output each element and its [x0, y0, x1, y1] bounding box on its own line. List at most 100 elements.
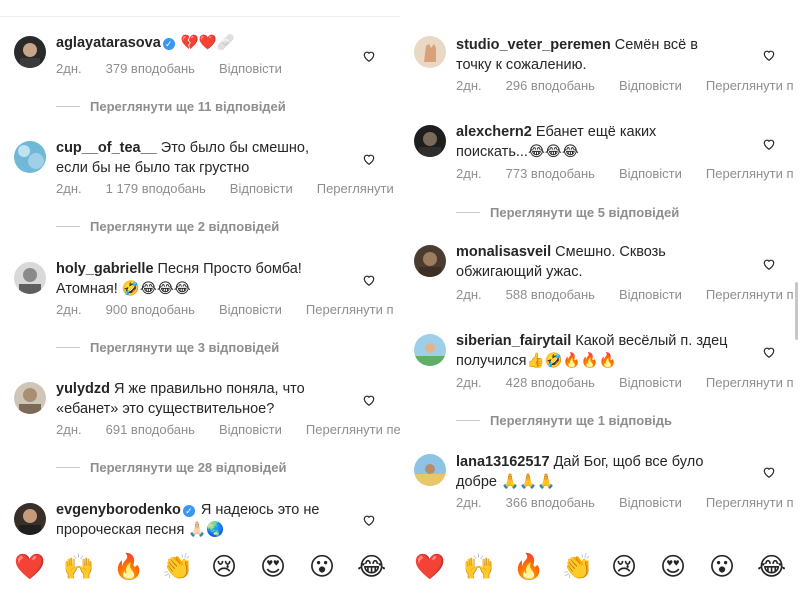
- likes-count[interactable]: 773 вподобань: [506, 166, 595, 182]
- reply-button[interactable]: Відповісти: [219, 61, 282, 77]
- divider: [56, 106, 80, 107]
- see-translation-button[interactable]: Переглянути п: [706, 375, 794, 391]
- comment-text: studio_veter_peremen Семён всё в точку к…: [456, 35, 728, 75]
- like-heart-icon[interactable]: [762, 137, 776, 151]
- comment-meta: 2дн. 428 вподобань Відповісти Переглянути п: [456, 375, 794, 391]
- scrollbar[interactable]: [795, 282, 798, 340]
- see-translation-button[interactable]: Переглянути п: [706, 166, 794, 182]
- see-translation-button[interactable]: Переглянути п: [706, 78, 794, 94]
- avatar[interactable]: [414, 245, 446, 277]
- divider: [56, 347, 80, 348]
- surprised-emoji-button[interactable]: 😮: [709, 552, 735, 582]
- avatar[interactable]: [14, 503, 46, 535]
- avatar[interactable]: [414, 125, 446, 157]
- see-translation-button[interactable]: Переглянути п: [706, 495, 794, 511]
- likes-count[interactable]: 588 вподобань: [506, 287, 595, 303]
- reply-button[interactable]: Відповісти: [619, 495, 682, 511]
- heart-eyes-emoji-button[interactable]: 😍: [260, 552, 286, 582]
- likes-count[interactable]: 428 вподобань: [506, 375, 595, 391]
- fire-emoji-button[interactable]: 🔥: [113, 552, 144, 582]
- like-heart-icon[interactable]: [362, 393, 376, 407]
- reply-button[interactable]: Відповісти: [619, 375, 682, 391]
- like-heart-icon[interactable]: [762, 257, 776, 271]
- surprised-emoji-button[interactable]: 😮: [309, 552, 335, 582]
- comment-meta: 2дн. 900 вподобань Відповісти Переглянути п: [56, 302, 394, 318]
- like-heart-icon[interactable]: [762, 465, 776, 479]
- reply-button[interactable]: Відповісти: [619, 166, 682, 182]
- raised-hands-emoji-button[interactable]: 🙌: [63, 552, 94, 582]
- view-replies-button[interactable]: Переглянути ще 3 відповідей: [56, 340, 279, 356]
- comment-text: monalisasveil Смешно. Сквозь обжигающий …: [456, 242, 728, 282]
- comment-meta: 2дн. 379 вподобань Відповісти: [56, 61, 282, 77]
- avatar[interactable]: [14, 382, 46, 414]
- reply-button[interactable]: Відповісти: [230, 181, 293, 197]
- like-heart-icon[interactable]: [362, 273, 376, 287]
- comment-text: aglayatarasova ✓ 💔❤️🩹: [56, 33, 328, 53]
- username[interactable]: monalisasveil: [456, 244, 551, 260]
- divider: [456, 212, 480, 213]
- comment-text: evgenyborodenko ✓ Я надеюсь это не пророч…: [56, 500, 328, 540]
- crying-emoji-button[interactable]: 😢: [211, 552, 237, 582]
- avatar[interactable]: [14, 36, 46, 68]
- see-translation-button[interactable]: Переглянути п: [706, 287, 794, 303]
- laughing-emoji-button[interactable]: 😂: [357, 552, 386, 582]
- view-replies-button[interactable]: Переглянути ще 2 відповідей: [56, 219, 279, 235]
- comment-text: yulydzd Я же правильно поняла, что «ебан…: [56, 379, 328, 419]
- username[interactable]: aglayatarasova: [56, 35, 161, 51]
- likes-count[interactable]: 1 179 вподобань: [106, 181, 206, 197]
- crying-emoji-button[interactable]: 😢: [611, 552, 637, 582]
- view-replies-button[interactable]: Переглянути ще 5 відповідей: [456, 205, 679, 221]
- username[interactable]: yulydzd: [56, 381, 110, 397]
- username[interactable]: evgenyborodenko: [56, 502, 181, 518]
- comment-text: cup__of_tea__ Это было бы смешно, если б…: [56, 138, 328, 178]
- comment-text: lana13162517 Дай Бог, щоб все було добре…: [456, 452, 728, 492]
- avatar[interactable]: [414, 36, 446, 68]
- clapping-emoji-button[interactable]: 👏: [162, 552, 193, 582]
- reply-button[interactable]: Відповісти: [219, 302, 282, 318]
- heart-eyes-emoji-button[interactable]: 😍: [660, 552, 686, 582]
- timestamp: 2дн.: [56, 302, 82, 317]
- see-translation-button[interactable]: Переглянути: [317, 181, 394, 197]
- likes-count[interactable]: 366 вподобань: [506, 495, 595, 511]
- username[interactable]: studio_veter_peremen: [456, 37, 611, 53]
- like-heart-icon[interactable]: [762, 48, 776, 62]
- see-translation-button[interactable]: Переглянути п: [306, 302, 394, 318]
- view-replies-button[interactable]: Переглянути ще 1 відповідь: [456, 413, 672, 429]
- emoji-reaction-bar: ❤️ 🙌 🔥 👏 😢 😍 😮 😂: [400, 548, 800, 588]
- like-heart-icon[interactable]: [362, 513, 376, 527]
- view-replies-button[interactable]: Переглянути ще 28 відповідей: [56, 460, 287, 476]
- likes-count[interactable]: 296 вподобань: [506, 78, 595, 94]
- heart-emoji-button[interactable]: ❤️: [414, 552, 445, 582]
- likes-count[interactable]: 691 вподобань: [106, 422, 195, 438]
- laughing-emoji-button[interactable]: 😂: [757, 552, 786, 582]
- timestamp: 2дн.: [456, 78, 482, 93]
- comment-text: siberian_fairytail Какой весёлый п. здец…: [456, 331, 728, 371]
- raised-hands-emoji-button[interactable]: 🙌: [463, 552, 494, 582]
- reply-button[interactable]: Відповісти: [619, 78, 682, 94]
- reply-button[interactable]: Відповісти: [219, 422, 282, 438]
- comment-text: holy_gabrielle Песня Просто бомба! Атомн…: [56, 259, 328, 299]
- avatar[interactable]: [14, 141, 46, 173]
- likes-count[interactable]: 379 вподобань: [106, 61, 195, 77]
- avatar[interactable]: [414, 454, 446, 486]
- clapping-emoji-button[interactable]: 👏: [562, 552, 593, 582]
- comment-body: 💔❤️🩹: [180, 35, 235, 51]
- username[interactable]: cup__of_tea__: [56, 140, 157, 156]
- username[interactable]: alexchern2: [456, 124, 532, 140]
- heart-emoji-button[interactable]: ❤️: [14, 552, 45, 582]
- username[interactable]: siberian_fairytail: [456, 333, 571, 349]
- see-translation-button[interactable]: Переглянути пе: [306, 422, 400, 438]
- like-heart-icon[interactable]: [362, 49, 376, 63]
- divider: [0, 16, 400, 17]
- username[interactable]: lana13162517: [456, 454, 550, 470]
- avatar[interactable]: [414, 334, 446, 366]
- timestamp: 2дн.: [56, 422, 82, 437]
- fire-emoji-button[interactable]: 🔥: [513, 552, 544, 582]
- username[interactable]: holy_gabrielle: [56, 261, 154, 277]
- likes-count[interactable]: 900 вподобань: [106, 302, 195, 318]
- avatar[interactable]: [14, 262, 46, 294]
- view-replies-button[interactable]: Переглянути ще 11 відповідей: [56, 99, 286, 115]
- like-heart-icon[interactable]: [362, 152, 376, 166]
- reply-button[interactable]: Відповісти: [619, 287, 682, 303]
- like-heart-icon[interactable]: [762, 345, 776, 359]
